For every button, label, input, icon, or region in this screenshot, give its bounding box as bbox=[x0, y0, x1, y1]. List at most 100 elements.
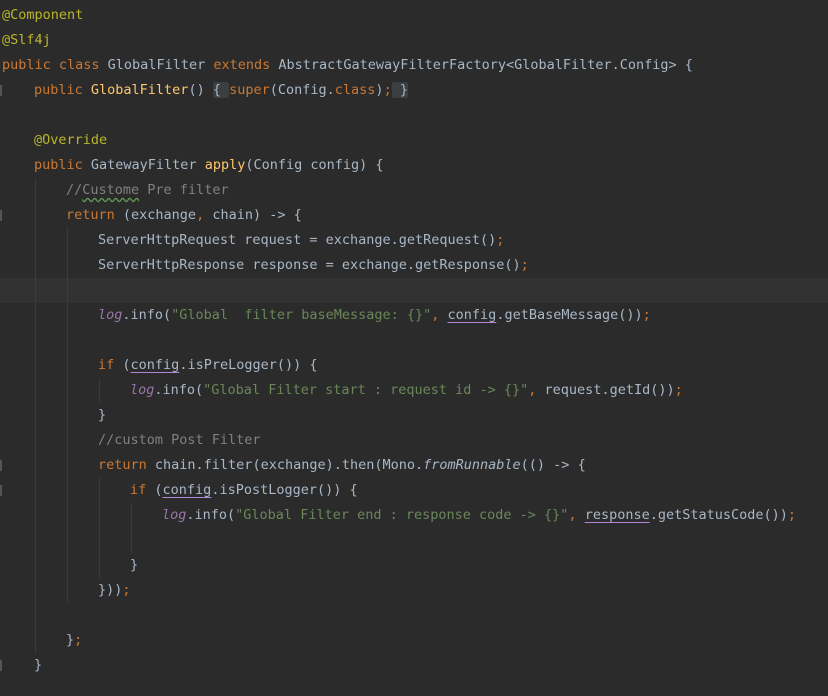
indent-guide bbox=[67, 378, 68, 403]
code-line[interactable]: if (config.isPostLogger()) { bbox=[0, 478, 828, 503]
code-token: chain.filter(exchange).then(Mono. bbox=[154, 457, 424, 473]
code-line-content: //custom Post Filter bbox=[98, 428, 261, 453]
code-token: (() -> { bbox=[520, 457, 586, 473]
indent-guide bbox=[35, 328, 36, 353]
code-token: "Global Filter end : response code -> {}… bbox=[235, 507, 569, 523]
code-line[interactable]: public GlobalFilter() { super(Config.cla… bbox=[0, 78, 828, 103]
code-token: , bbox=[568, 507, 585, 523]
code-line[interactable]: log.info("Global Filter end : response c… bbox=[0, 503, 828, 528]
indent-guide bbox=[35, 203, 36, 228]
code-token: ; bbox=[74, 632, 83, 648]
code-line[interactable]: } bbox=[0, 403, 828, 428]
code-line[interactable]: //Custome Pre filter bbox=[0, 178, 828, 203]
code-line[interactable] bbox=[0, 528, 828, 553]
indent-guide bbox=[35, 603, 36, 628]
indent-guide bbox=[35, 253, 36, 278]
indent-guide bbox=[35, 303, 36, 328]
code-line-content: ServerHttpRequest request = exchange.get… bbox=[98, 228, 504, 253]
fold-marker-icon[interactable] bbox=[0, 485, 2, 496]
code-token: ; bbox=[496, 232, 505, 248]
code-line-content: log.info("Global Filter end : response c… bbox=[162, 503, 796, 528]
indent-guide bbox=[35, 378, 36, 403]
code-token: ) bbox=[375, 82, 384, 98]
code-token: .getStatusCode()) bbox=[649, 507, 788, 523]
code-line[interactable]: //custom Post Filter bbox=[0, 428, 828, 453]
indent-guide bbox=[99, 478, 100, 503]
fold-marker-icon[interactable] bbox=[0, 85, 2, 96]
code-line[interactable] bbox=[0, 103, 828, 128]
code-line[interactable]: log.info("Global filter baseMessage: {}"… bbox=[0, 303, 828, 328]
code-token: log bbox=[130, 382, 155, 398]
code-token: ( bbox=[154, 482, 163, 498]
code-line[interactable]: return (exchange, chain) -> { bbox=[0, 203, 828, 228]
code-line[interactable]: ServerHttpResponse response = exchange.g… bbox=[0, 253, 828, 278]
code-token: fromRunnable bbox=[423, 457, 521, 473]
code-token: if bbox=[130, 482, 155, 498]
code-token: log bbox=[162, 507, 187, 523]
code-token: public class bbox=[2, 57, 108, 73]
code-line[interactable] bbox=[0, 603, 828, 628]
indent-guide bbox=[131, 528, 132, 553]
fold-marker-icon[interactable] bbox=[0, 460, 2, 471]
code-line[interactable] bbox=[0, 278, 828, 303]
code-line[interactable]: if (config.isPreLogger()) { bbox=[0, 353, 828, 378]
code-token: // bbox=[66, 182, 83, 198]
code-token: log bbox=[98, 307, 123, 323]
indent-guide bbox=[67, 353, 68, 378]
code-line[interactable]: }; bbox=[0, 628, 828, 653]
code-line[interactable]: } bbox=[0, 553, 828, 578]
indent-guide bbox=[67, 553, 68, 578]
code-line[interactable]: public GatewayFilter apply(Config config… bbox=[0, 153, 828, 178]
code-line[interactable]: } bbox=[0, 653, 828, 678]
code-token: "Global filter baseMessage: {}" bbox=[171, 307, 432, 323]
code-area[interactable]: @Component @Slf4j public class GlobalFilte… bbox=[0, 3, 828, 678]
indent-guide bbox=[35, 503, 36, 528]
indent-guide bbox=[35, 428, 36, 453]
code-line[interactable]: public class GlobalFilter extends Abstra… bbox=[0, 53, 828, 78]
indent-guide bbox=[67, 403, 68, 428]
code-line-content: return chain.filter(exchange).then(Mono.… bbox=[98, 453, 586, 478]
code-token: return bbox=[98, 457, 155, 473]
code-line-content: return (exchange, chain) -> { bbox=[66, 203, 302, 228]
code-token: if bbox=[98, 357, 123, 373]
code-token: @Slf4j bbox=[2, 32, 51, 48]
code-token: })) bbox=[98, 582, 123, 598]
code-token: , bbox=[528, 382, 545, 398]
indent-guide bbox=[67, 578, 68, 603]
code-token: AbstractGatewayFilterFactory<GlobalFilte… bbox=[278, 57, 693, 73]
code-token: .info( bbox=[154, 382, 204, 398]
code-line-content: ServerHttpResponse response = exchange.g… bbox=[98, 253, 529, 278]
code-token: @Override bbox=[34, 132, 108, 148]
code-token: response bbox=[584, 507, 650, 523]
code-line[interactable]: @Component bbox=[0, 3, 828, 28]
indent-guide bbox=[35, 553, 36, 578]
code-token: } bbox=[98, 407, 107, 423]
code-line[interactable]: @Override bbox=[0, 128, 828, 153]
code-token: Custome bbox=[82, 182, 140, 198]
indent-guide bbox=[35, 228, 36, 253]
code-token: ; bbox=[383, 82, 392, 98]
code-token: config bbox=[447, 307, 497, 323]
code-line-content: } bbox=[34, 653, 42, 678]
fold-marker-icon[interactable] bbox=[0, 210, 2, 221]
code-token: (Config config) { bbox=[245, 157, 384, 173]
code-token: ServerHttpRequest request = exchange.get… bbox=[98, 232, 497, 248]
indent-guide bbox=[67, 478, 68, 503]
code-token: public bbox=[34, 157, 91, 173]
code-line-content: log.info("Global Filter start : request … bbox=[130, 378, 683, 403]
code-line[interactable]: ServerHttpRequest request = exchange.get… bbox=[0, 228, 828, 253]
code-token: ( bbox=[122, 357, 131, 373]
code-line[interactable]: return chain.filter(exchange).then(Mono.… bbox=[0, 453, 828, 478]
indent-guide bbox=[67, 528, 68, 553]
indent-guide bbox=[99, 528, 100, 553]
fold-marker-icon[interactable] bbox=[0, 660, 2, 671]
code-line-content: public GatewayFilter apply(Config config… bbox=[34, 153, 384, 178]
code-line[interactable]: @Slf4j bbox=[0, 28, 828, 53]
code-line[interactable]: log.info("Global Filter start : request … bbox=[0, 378, 828, 403]
indent-guide bbox=[35, 528, 36, 553]
indent-guide bbox=[99, 378, 100, 403]
code-line[interactable]: })); bbox=[0, 578, 828, 603]
code-token: ; bbox=[520, 257, 529, 273]
indent-guide bbox=[99, 503, 100, 528]
code-line[interactable] bbox=[0, 328, 828, 353]
